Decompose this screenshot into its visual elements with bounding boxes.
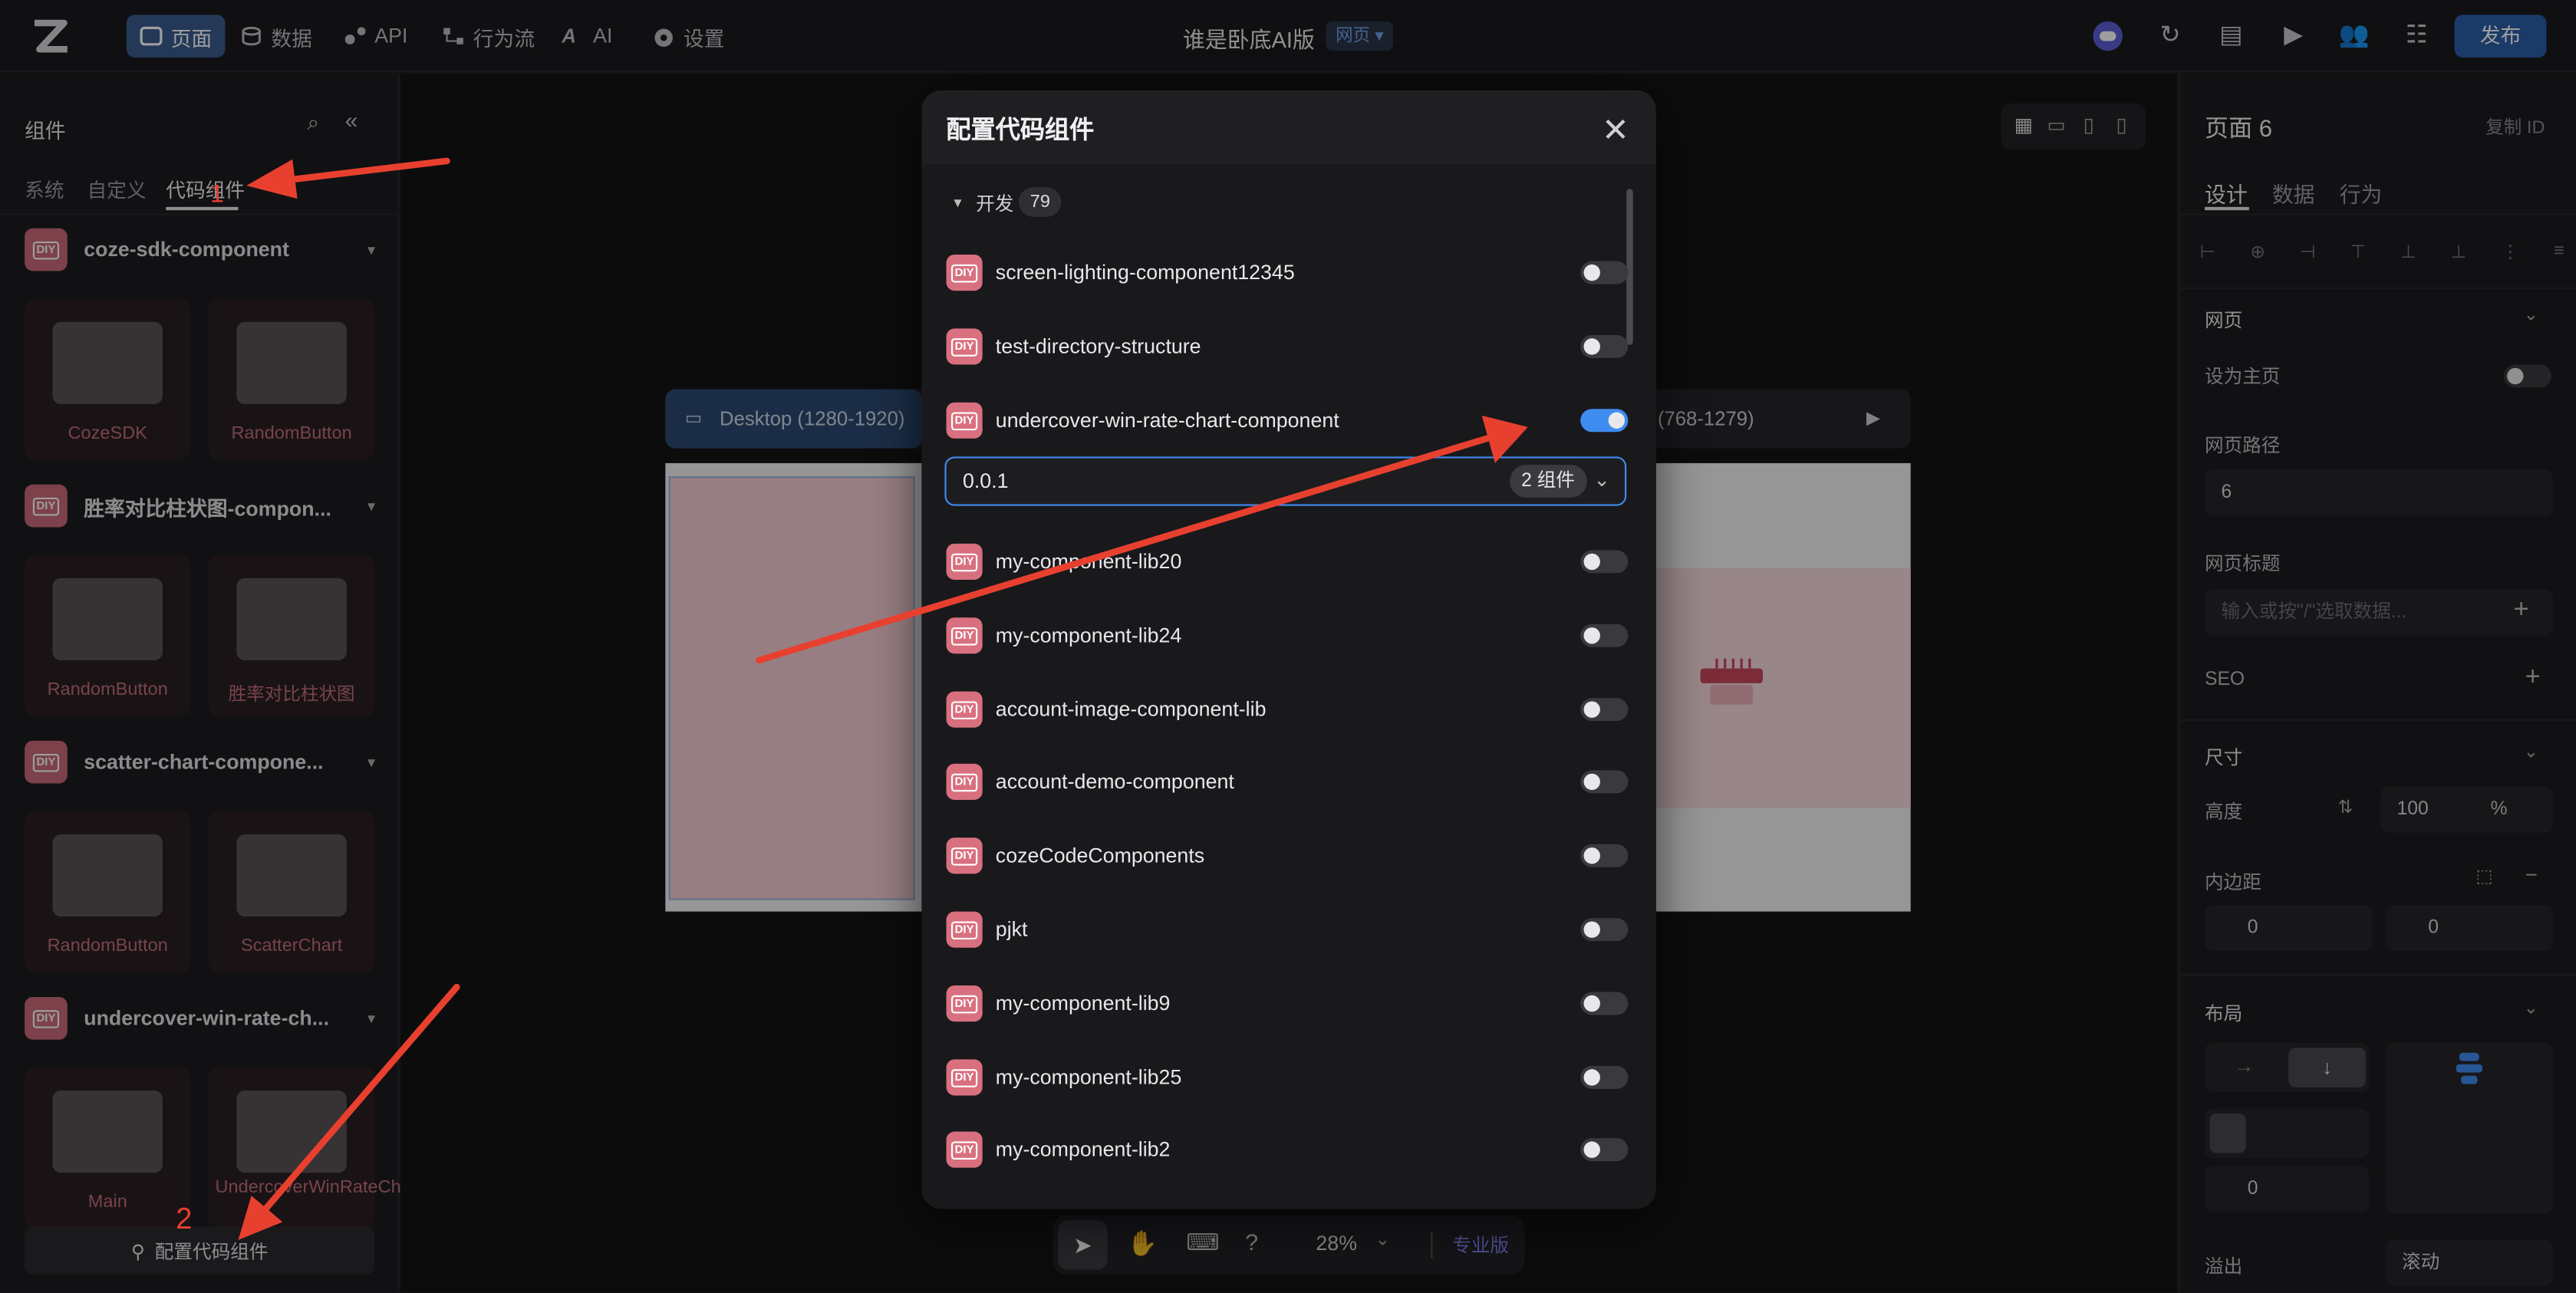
arrow-3-head	[1481, 415, 1528, 463]
arrow-2-head	[238, 1196, 283, 1240]
annotation-arrows	[238, 157, 1528, 1240]
arrow-2	[259, 983, 460, 1216]
arrow-1-head	[246, 159, 298, 199]
arrow-1	[279, 157, 450, 184]
annotation-step-1: 1	[210, 180, 224, 209]
arrow-3	[756, 435, 1491, 664]
annotation-step-2: 2	[176, 1202, 193, 1235]
